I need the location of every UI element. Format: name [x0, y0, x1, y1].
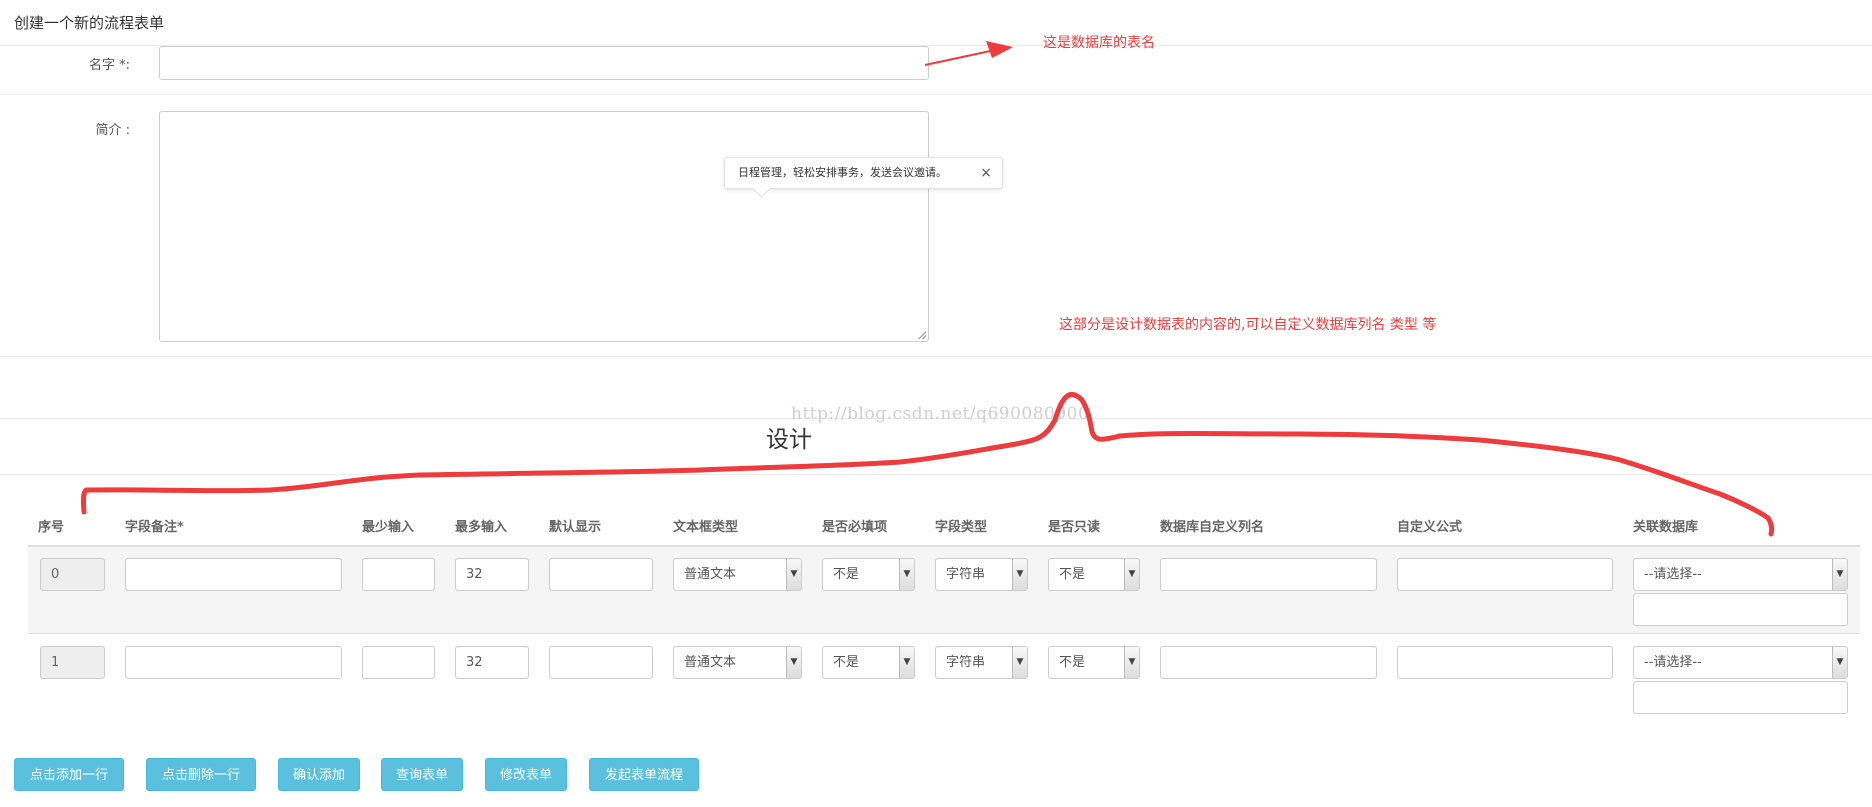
max-input[interactable]: 32 [455, 558, 529, 591]
col-header-related-db: 关联数据库 [1633, 520, 1699, 535]
remark-input[interactable] [125, 558, 342, 591]
edit-form-button[interactable]: 修改表单 [485, 758, 567, 791]
chevron-down-icon: ▼ [899, 559, 914, 590]
divider [0, 474, 1872, 475]
watermark-text: http://blog.csdn.net/q690080900 [791, 404, 1090, 424]
chevron-down-icon: ▼ [786, 559, 801, 590]
min-input[interactable] [362, 646, 435, 679]
name-input[interactable] [159, 46, 929, 80]
col-header-field-type: 字段类型 [935, 520, 988, 535]
confirm-add-button[interactable]: 确认添加 [278, 758, 360, 791]
delete-row-button[interactable]: 点击删除一行 [146, 758, 256, 791]
design-title: 设计 [766, 427, 812, 453]
tooltip-popup: 日程管理，轻松安排事务，发送会议邀请。 × [724, 157, 1003, 198]
chevron-down-icon: ▼ [1124, 647, 1139, 678]
divider [0, 94, 1872, 95]
field-type-value: 字符串 [946, 567, 986, 582]
col-header-db-column: 数据库自定义列名 [1160, 520, 1265, 535]
divider [0, 356, 1872, 357]
textbox-type-select[interactable]: 普通文本 ▼ [673, 558, 802, 591]
chevron-down-icon: ▼ [1832, 647, 1847, 678]
chevron-down-icon: ▼ [1124, 559, 1139, 590]
annotation-design-note: 这部分是设计数据表的内容的,可以自定义数据库列名 类型 等 [1059, 317, 1437, 333]
required-value: 不是 [833, 567, 860, 582]
chevron-down-icon: ▼ [1012, 647, 1027, 678]
intro-textarea-wrap [159, 111, 929, 342]
add-row-button[interactable]: 点击添加一行 [14, 758, 124, 791]
related-db-extra-input[interactable] [1633, 681, 1848, 714]
related-db-value: --请选择-- [1644, 567, 1702, 582]
required-select[interactable]: 不是 ▼ [822, 646, 915, 679]
col-header-max: 最多输入 [455, 520, 508, 535]
chevron-down-icon: ▼ [1012, 559, 1027, 590]
row-index-field: 0 [40, 558, 105, 591]
textbox-type-value: 普通文本 [684, 567, 737, 582]
default-input[interactable] [549, 646, 653, 679]
chevron-down-icon: ▼ [899, 647, 914, 678]
col-header-min: 最少输入 [362, 520, 415, 535]
remark-input[interactable] [125, 646, 342, 679]
required-value: 不是 [833, 655, 860, 670]
related-db-value: --请选择-- [1644, 655, 1702, 670]
col-header-readonly: 是否只读 [1048, 520, 1101, 535]
readonly-value: 不是 [1059, 567, 1086, 582]
max-input[interactable]: 32 [455, 646, 529, 679]
db-column-input[interactable] [1160, 646, 1377, 679]
readonly-value: 不是 [1059, 655, 1086, 670]
field-type-value: 字符串 [946, 655, 986, 670]
textbox-type-value: 普通文本 [684, 655, 737, 670]
chevron-down-icon: ▼ [1832, 559, 1847, 590]
intro-textarea[interactable] [159, 111, 929, 342]
annotation-arrow-line [924, 49, 996, 66]
col-header-formula: 自定义公式 [1397, 520, 1463, 535]
related-db-select[interactable]: --请选择-- ▼ [1633, 558, 1848, 591]
related-db-select[interactable]: --请选择-- ▼ [1633, 646, 1848, 679]
resize-grip-icon[interactable] [918, 331, 926, 339]
col-header-default: 默认显示 [549, 520, 602, 535]
required-select[interactable]: 不是 ▼ [822, 558, 915, 591]
min-input[interactable] [362, 558, 435, 591]
related-db-extra-input[interactable] [1633, 593, 1848, 626]
textbox-type-select[interactable]: 普通文本 ▼ [673, 646, 802, 679]
start-flow-button[interactable]: 发起表单流程 [589, 758, 699, 791]
intro-label: 简介 : [95, 123, 130, 138]
default-input[interactable] [549, 558, 653, 591]
col-header-index: 序号 [38, 520, 65, 535]
tooltip-text: 日程管理，轻松安排事务，发送会议邀请。 [738, 166, 947, 179]
col-header-remark: 字段备注* [125, 520, 184, 535]
field-type-select[interactable]: 字符串 ▼ [935, 558, 1028, 591]
row-index-field: 1 [40, 646, 105, 679]
annotation-table-name: 这是数据库的表名 [1043, 35, 1155, 51]
col-header-required: 是否必填项 [822, 520, 888, 535]
page-title: 创建一个新的流程表单 [14, 14, 165, 32]
formula-input[interactable] [1397, 646, 1613, 679]
name-label: 名字 *: [88, 58, 130, 73]
col-header-textbox-type: 文本框类型 [673, 520, 739, 535]
readonly-select[interactable]: 不是 ▼ [1048, 646, 1140, 679]
readonly-select[interactable]: 不是 ▼ [1048, 558, 1140, 591]
db-column-input[interactable] [1160, 558, 1377, 591]
close-icon[interactable]: × [980, 158, 992, 188]
formula-input[interactable] [1397, 558, 1613, 591]
chevron-down-icon: ▼ [786, 647, 801, 678]
query-form-button[interactable]: 查询表单 [381, 758, 463, 791]
annotation-arrow-head [986, 41, 1013, 58]
field-type-select[interactable]: 字符串 ▼ [935, 646, 1028, 679]
